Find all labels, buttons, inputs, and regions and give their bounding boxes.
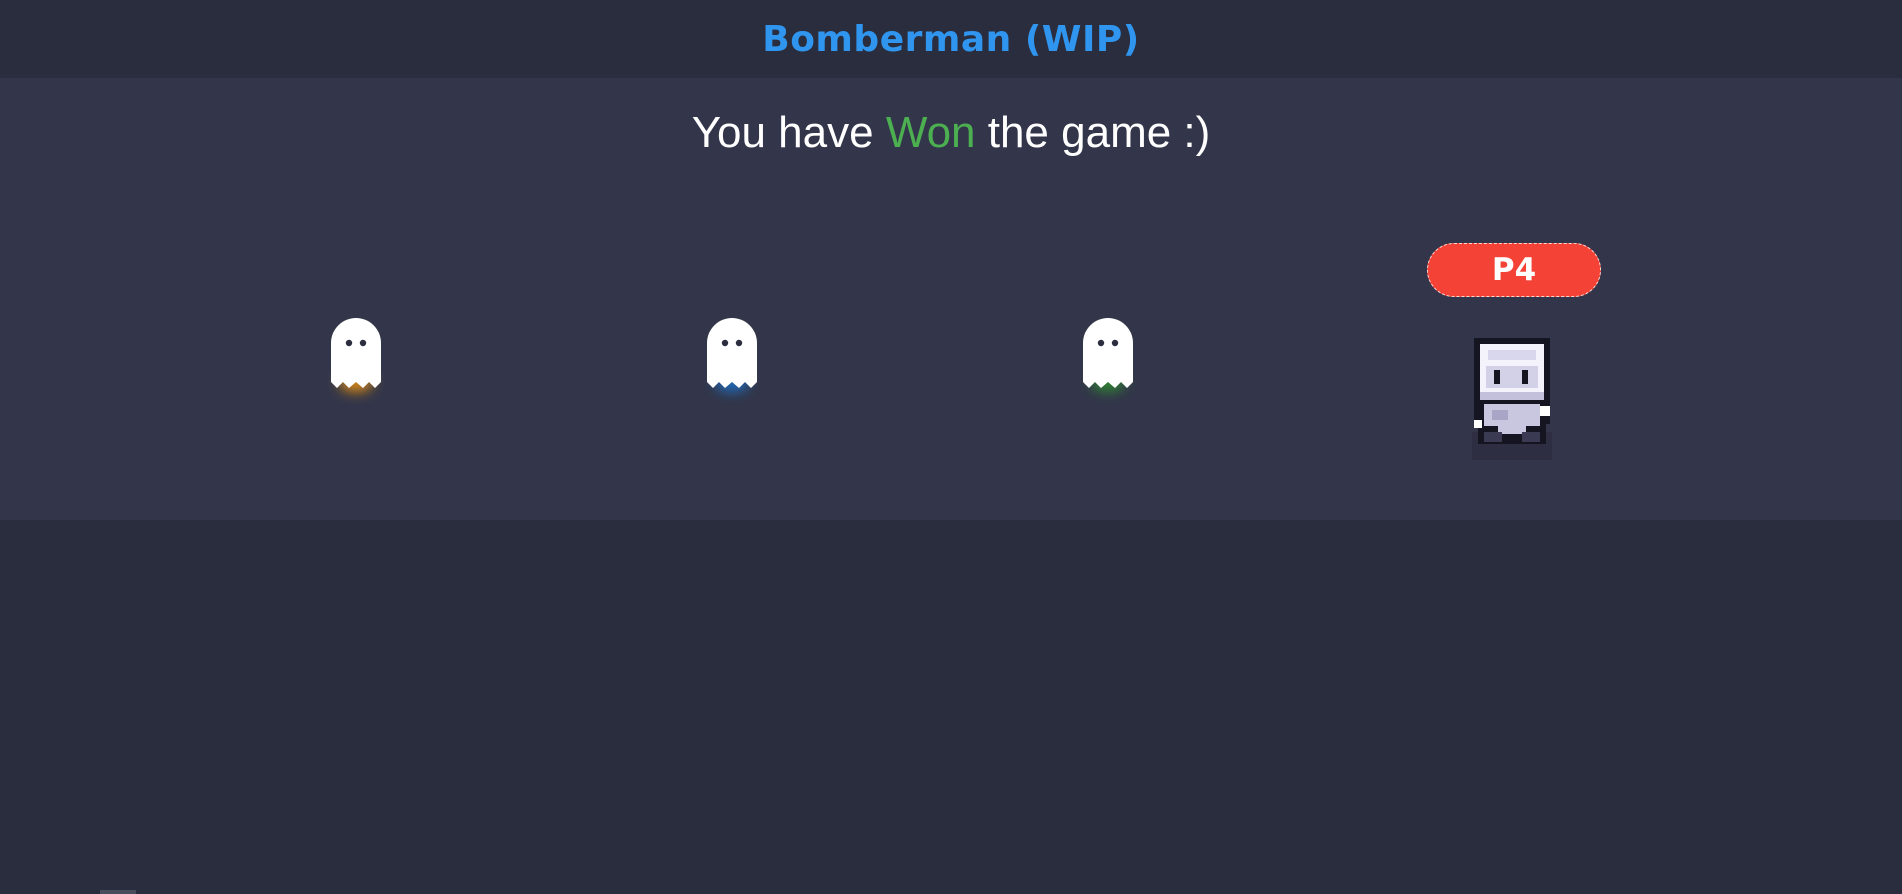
player-3-ghost-icon [1083,318,1133,392]
result-outcome: Won [885,108,976,157]
player-4-character-icon [1470,336,1554,462]
player-4-badge: P4 [1427,243,1601,297]
player-1-ghost-icon [331,318,381,392]
player-2-ghost-icon [707,318,757,392]
bottom-scroll-indicator [100,890,136,894]
app-header: Bomberman (WIP) [0,0,1902,78]
result-suffix: the game :) [975,108,1211,157]
game-result-panel: You have Won the game :) [0,78,1902,520]
app-title: Bomberman (WIP) [762,18,1140,60]
result-prefix: You have [691,108,886,157]
game-result-message: You have Won the game :) [0,108,1902,158]
